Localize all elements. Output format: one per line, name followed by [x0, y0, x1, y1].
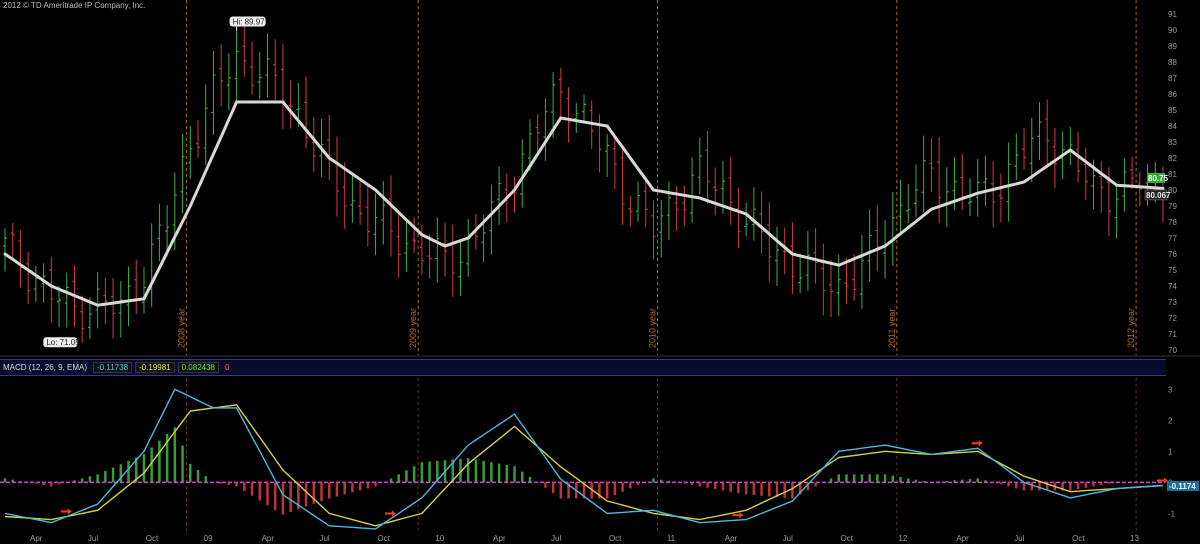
- time-axis-tick: Jul: [551, 534, 561, 543]
- macd-axis-tick: 3: [1168, 385, 1173, 394]
- price-axis-tick: 88: [1168, 58, 1177, 67]
- year-marker-label: 2009 year: [408, 308, 418, 348]
- price-axis-tick: 76: [1168, 250, 1177, 259]
- price-axis-tick: 78: [1168, 218, 1177, 227]
- macd-title: MACD (12, 26, 9, EMA): [3, 363, 88, 372]
- signal-arrow-icon: [971, 440, 983, 447]
- time-axis-tick: 10: [435, 534, 444, 543]
- time-axis-tick: Oct: [841, 534, 854, 543]
- macd-line: [4, 388, 1164, 530]
- price-axis-tick: 90: [1168, 26, 1177, 35]
- price-axis-tick: 70: [1168, 346, 1177, 355]
- time-axis-tick: Apr: [956, 534, 969, 543]
- price-axis-tick: 85: [1168, 106, 1177, 115]
- time-axis-tick: Jul: [1014, 534, 1024, 543]
- price-axis-tick: 82: [1168, 154, 1177, 163]
- signal-arrow-icon: [60, 508, 72, 515]
- time-axis-tick: 11: [667, 534, 676, 543]
- time-axis-tick: Oct: [609, 534, 622, 543]
- price-axis-tick: 91: [1168, 10, 1177, 19]
- macd-diff-label: 0.082438: [177, 362, 219, 373]
- macd-axis-tick: -1: [1168, 509, 1176, 518]
- ma-price-tag: 80.067: [1146, 191, 1171, 200]
- price-axis-tick: 73: [1168, 298, 1177, 307]
- price-axis-tick: 72: [1168, 314, 1177, 323]
- year-marker-label: 2010 year: [647, 308, 657, 348]
- price-axis-tick: 75: [1168, 266, 1177, 275]
- price-axis-tick: 86: [1168, 90, 1177, 99]
- macd-label-bar: MACD (12, 26, 9, EMA) -0.11738 -0.19981 0.0…: [0, 359, 1166, 376]
- moving-average-line: [3, 100, 1165, 307]
- price-axis-tick: 74: [1168, 282, 1177, 291]
- macd-zero-label: 0: [225, 363, 230, 372]
- price-axis-tick: 84: [1168, 122, 1177, 131]
- year-marker-label: 2011 year: [887, 309, 897, 348]
- time-axis-tick: Oct: [377, 534, 390, 543]
- time-axis-tick: 09: [204, 534, 213, 543]
- time-axis-tick: Jul: [319, 534, 329, 543]
- macd-signal-line: [4, 404, 1164, 527]
- price-chart: 7071727374757677787980818283848586878889…: [0, 0, 1200, 543]
- price-axis-tick: 89: [1168, 42, 1177, 51]
- price-axis-tick: 79: [1168, 202, 1177, 211]
- macd-axis-tick: 1: [1168, 447, 1173, 456]
- time-axis-tick: Oct: [146, 534, 159, 543]
- time-axis-tick: 12: [898, 534, 907, 543]
- price-axis-tick: 83: [1168, 138, 1177, 147]
- lo-annotation: Lo: 71.05: [46, 338, 80, 347]
- time-axis-tick: Jul: [88, 534, 98, 543]
- last-price-tag: 80.75: [1148, 174, 1169, 183]
- time-axis-tick: Apr: [725, 534, 738, 543]
- year-marker-label: 2008 year: [177, 308, 187, 348]
- time-axis-tick: 13: [1130, 534, 1139, 543]
- price-axis-tick: 77: [1168, 234, 1177, 243]
- time-axis-tick: Apr: [262, 534, 275, 543]
- time-axis-tick: Oct: [1072, 534, 1085, 543]
- price-axis-tick: 71: [1168, 330, 1177, 339]
- time-axis-tick: Apr: [30, 534, 43, 543]
- hi-annotation: Hi: 89.97: [233, 17, 266, 26]
- price-axis-tick: 87: [1168, 74, 1177, 83]
- price-axis-tick: 81: [1168, 170, 1177, 179]
- time-axis-tick: Jul: [783, 534, 793, 543]
- macd-value-label: -0.11738: [93, 362, 133, 373]
- macd-value-tag: -0.1174: [1169, 482, 1196, 491]
- macd-axis-tick: 2: [1168, 416, 1173, 425]
- year-marker-label: 2012 year: [1126, 308, 1136, 348]
- macd-avg-label: -0.19981: [135, 362, 175, 373]
- time-axis-tick: Apr: [493, 534, 506, 543]
